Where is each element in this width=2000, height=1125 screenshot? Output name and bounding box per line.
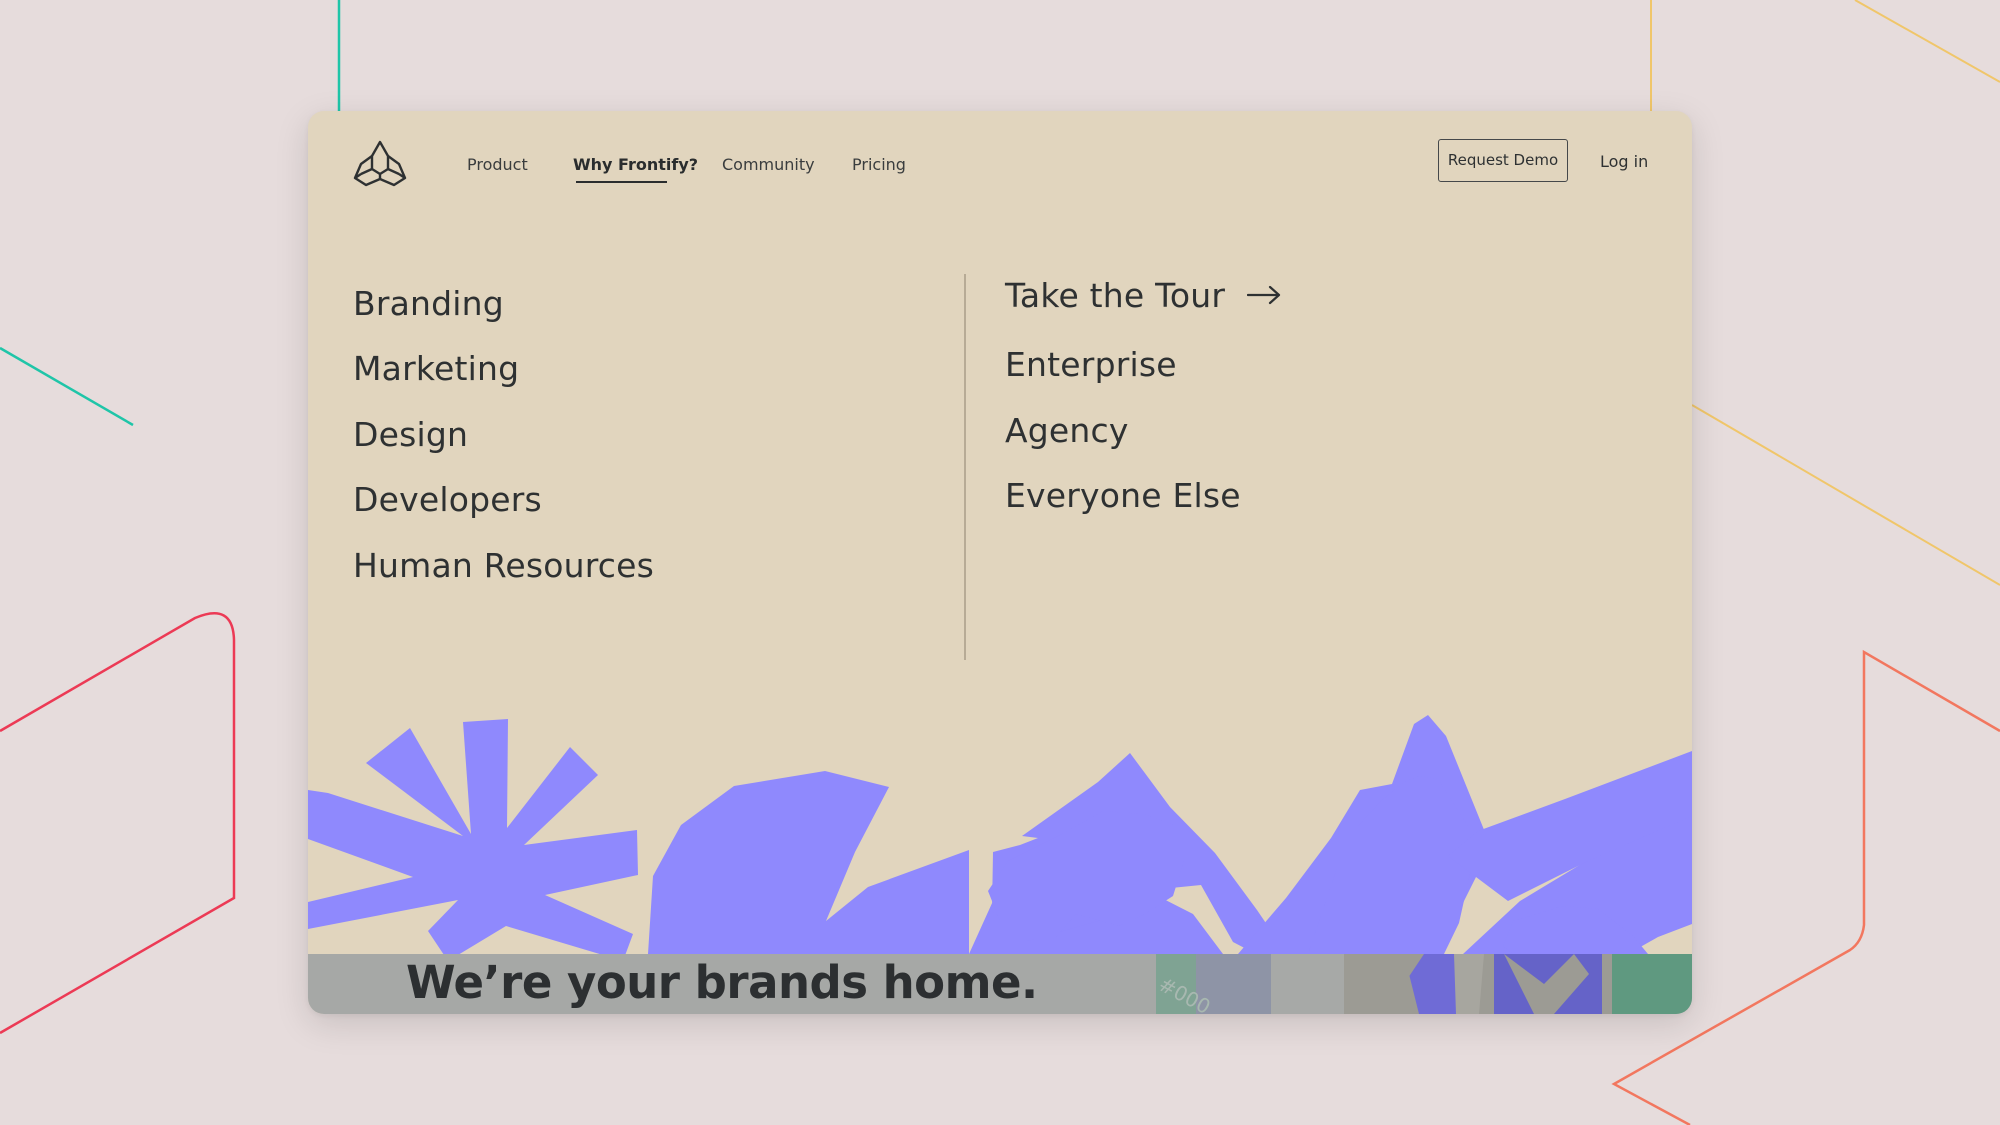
grey-tile bbox=[1271, 954, 1344, 1014]
pattern-tile bbox=[1344, 954, 1612, 1014]
red-outline-line bbox=[0, 612, 236, 1035]
orange-line-diagonal-top bbox=[1854, 0, 2000, 83]
hero-illustration bbox=[308, 715, 1692, 961]
crystal-shape bbox=[648, 771, 969, 954]
browser-window: Product Why Frontify? Community Pricing … bbox=[308, 111, 1692, 1014]
green-tile bbox=[1612, 954, 1692, 1014]
color-swatch-tile: #000 bbox=[1156, 954, 1271, 1014]
teal-zigzag-line bbox=[0, 346, 134, 427]
asterisk-shape bbox=[308, 719, 638, 961]
orange-line-diagonal-mid bbox=[1691, 404, 2000, 586]
hero-tagline: We’re your brands home. bbox=[406, 956, 1038, 1009]
